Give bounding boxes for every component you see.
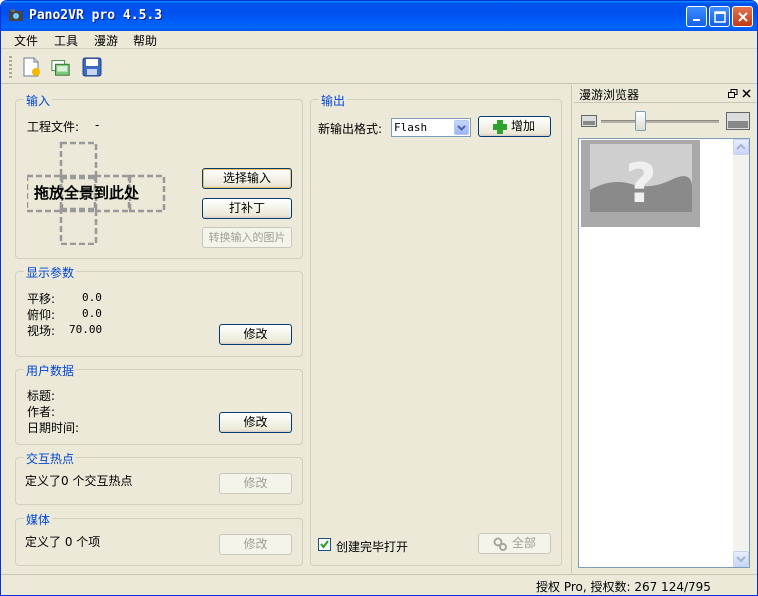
close-panel-icon[interactable] xyxy=(742,89,752,99)
maximize-button[interactable] xyxy=(709,6,730,27)
license-status: 授权 Pro, 授权数: 267 124/795 xyxy=(536,580,711,594)
pan-label: 平移: xyxy=(27,292,56,306)
add-output-label: 增加 xyxy=(511,119,536,133)
pan-value: 0.0 xyxy=(82,291,102,304)
fov-value: 70.00 xyxy=(69,323,103,336)
checkmark-icon xyxy=(320,540,329,549)
tilt-label: 俯仰: xyxy=(27,308,56,322)
thumbnail-size-slider-thumb[interactable] xyxy=(635,111,646,131)
chevron-up-icon xyxy=(736,143,746,150)
tour-browser-header: 漫游浏览器 xyxy=(574,85,756,103)
build-all-button[interactable]: 全部 xyxy=(478,533,551,554)
drop-area-label: 拖放全景到此处 xyxy=(34,184,140,202)
panorama-thumbnail[interactable]: ? xyxy=(581,140,700,227)
media-title: 媒体 xyxy=(24,511,53,528)
menu-file[interactable]: 文件 xyxy=(12,32,40,49)
chevron-down-icon xyxy=(736,556,746,563)
select-input-button[interactable]: 选择输入 xyxy=(202,168,292,189)
menu-tour[interactable]: 漫游 xyxy=(92,32,120,49)
display-params-title: 显示参数 xyxy=(24,264,77,281)
project-file-label: 工程文件: xyxy=(27,120,80,134)
status-bar: 授权 Pro, 授权数: 267 124/795 xyxy=(1,574,757,595)
fov-label: 视场: xyxy=(27,324,56,338)
modify-display-button[interactable]: 修改 xyxy=(219,324,292,345)
menu-bar: 文件 工具 漫游 帮助 xyxy=(1,31,757,49)
author-label: 作者: xyxy=(27,405,56,419)
output-title: 输出 xyxy=(319,92,348,109)
build-all-label: 全部 xyxy=(512,536,537,550)
add-output-button[interactable]: 增加 xyxy=(478,116,551,137)
save-icon[interactable] xyxy=(82,57,102,77)
hotspots-title: 交互热点 xyxy=(24,450,77,467)
svg-text:?: ? xyxy=(625,152,656,215)
convert-input-button[interactable]: 转换输入的图片 xyxy=(202,227,292,248)
output-format-value: Flash xyxy=(394,121,428,134)
open-project-icon[interactable] xyxy=(51,57,71,77)
window-title: Pano2VR pro 4.5.3 xyxy=(29,8,163,23)
select-arrow[interactable] xyxy=(454,120,469,135)
menu-tools[interactable]: 工具 xyxy=(52,32,80,49)
plus-icon xyxy=(493,120,507,134)
tour-browser-title: 漫游浏览器 xyxy=(579,88,640,102)
output-format-select[interactable]: Flash xyxy=(391,118,471,137)
toolbar xyxy=(1,50,757,84)
large-thumbnail-icon[interactable] xyxy=(726,112,750,130)
gear-icon xyxy=(493,537,507,551)
title-label: 标题: xyxy=(27,389,56,403)
float-panel-icon[interactable] xyxy=(728,89,738,99)
modify-hotspots-button[interactable]: 修改 xyxy=(219,473,292,494)
close-button[interactable] xyxy=(732,6,753,27)
patch-button[interactable]: 打补丁 xyxy=(202,198,292,219)
minimize-button[interactable] xyxy=(686,6,707,27)
scroll-down-button[interactable] xyxy=(733,551,749,567)
small-thumbnail-icon[interactable] xyxy=(581,115,597,127)
close-icon xyxy=(738,12,748,22)
tour-browser-scrollbar[interactable] xyxy=(733,139,749,567)
date-label: 日期时间: xyxy=(27,421,80,435)
thumbnail-size-slider-track[interactable] xyxy=(601,120,719,123)
hotspots-count-text: 定义了0 个交互热点 xyxy=(25,474,133,488)
app-icon xyxy=(9,9,23,21)
scroll-up-button[interactable] xyxy=(733,139,749,155)
user-data-title: 用户数据 xyxy=(24,362,77,379)
minimize-icon xyxy=(693,19,700,21)
menu-help[interactable]: 帮助 xyxy=(131,32,159,49)
chevron-down-icon xyxy=(457,125,466,131)
maximize-icon xyxy=(714,11,726,23)
input-group-title: 输入 xyxy=(24,92,53,109)
new-project-icon[interactable] xyxy=(21,57,41,77)
modify-user-data-button[interactable]: 修改 xyxy=(219,412,292,433)
modify-media-button[interactable]: 修改 xyxy=(219,534,292,555)
open-after-build-label: 创建完毕打开 xyxy=(336,540,409,554)
app-window: Pano2VR pro 4.5.3 文件 工具 漫游 帮助 输入 工程文件: -… xyxy=(0,0,758,596)
toolbar-grip[interactable] xyxy=(9,56,12,78)
open-after-build-checkbox[interactable] xyxy=(318,538,331,551)
media-count-text: 定义了 0 个项 xyxy=(25,535,101,549)
output-format-label: 新输出格式: xyxy=(318,122,383,136)
project-file-value: - xyxy=(95,118,100,132)
output-group: 输出 xyxy=(310,92,562,566)
title-bar[interactable]: Pano2VR pro 4.5.3 xyxy=(1,1,757,31)
unknown-panorama-icon: ? xyxy=(590,144,692,215)
tilt-value: 0.0 xyxy=(82,307,102,320)
